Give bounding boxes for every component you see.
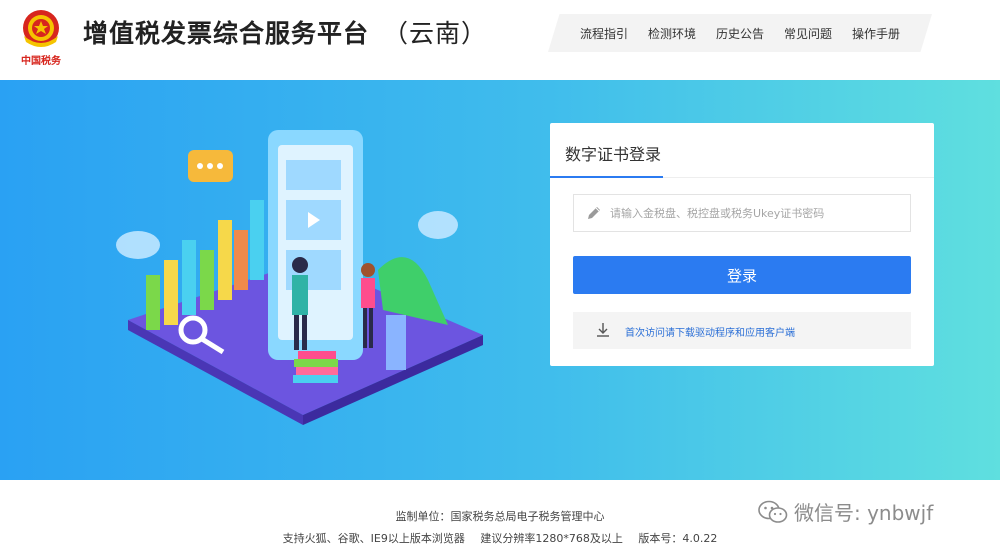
- wechat-icon: [758, 500, 788, 523]
- login-button[interactable]: 登录: [573, 256, 911, 294]
- isometric-illustration: [116, 130, 483, 425]
- footer: 监制单位：国家税务总局电子税务管理中心 支持火狐、谷歌、IE9以上版本浏览器 建…: [0, 480, 1000, 555]
- certificate-password-input[interactable]: [610, 195, 905, 231]
- emblem-caption: 中国税务: [21, 54, 62, 67]
- wechat-watermark: 微信号: ynbwjf: [758, 497, 933, 526]
- header: 中国税务 增值税发票综合服务平台 （云南） 流程指引 检测环境 历史公告 常见问题…: [0, 0, 1000, 80]
- nav-check-environment[interactable]: 检测环境: [648, 25, 696, 42]
- banner: 数字证书登录 登录 首次访问请下载驱动程序和应用客户端: [0, 80, 1000, 480]
- tab-divider: [663, 177, 934, 178]
- download-icon: [597, 323, 609, 337]
- download-link-text: 首次访问请下载驱动程序和应用客户端: [625, 328, 795, 339]
- watermark-text: 微信号: ynbwjf: [794, 501, 934, 525]
- site-title-text: 增值税发票综合服务平台: [83, 19, 370, 48]
- site-region: （云南）: [383, 19, 488, 48]
- tab-label: 数字证书登录: [565, 145, 662, 164]
- tab-digital-certificate-login[interactable]: 数字证书登录: [550, 123, 663, 178]
- tax-emblem-logo: 中国税务: [21, 10, 62, 67]
- footer-version: 版本号：4.0.22: [638, 532, 718, 545]
- footer-resolution: 建议分辨率1280*768及以上: [480, 532, 623, 545]
- pencil-icon: [588, 207, 600, 219]
- download-driver-link[interactable]: 首次访问请下载驱动程序和应用客户端: [573, 312, 911, 349]
- nav-faq[interactable]: 常见问题: [784, 25, 832, 42]
- nav-history-notices[interactable]: 历史公告: [716, 25, 764, 42]
- certificate-password-field[interactable]: [573, 194, 911, 232]
- footer-info: 支持火狐、谷歌、IE9以上版本浏览器 建议分辨率1280*768及以上 版本号：…: [0, 530, 1000, 546]
- nav-process-guide[interactable]: 流程指引: [580, 25, 628, 42]
- nav-manual[interactable]: 操作手册: [852, 25, 900, 42]
- top-nav: 流程指引 检测环境 历史公告 常见问题 操作手册: [548, 14, 932, 52]
- page-title: 增值税发票综合服务平台 （云南）: [83, 14, 487, 50]
- login-card: 数字证书登录 登录 首次访问请下载驱动程序和应用客户端: [550, 123, 934, 366]
- footer-browsers: 支持火狐、谷歌、IE9以上版本浏览器: [282, 532, 465, 545]
